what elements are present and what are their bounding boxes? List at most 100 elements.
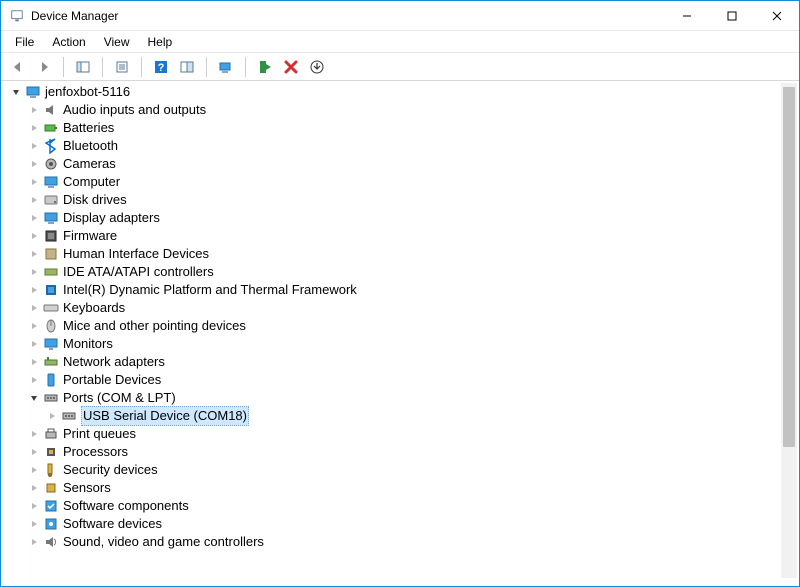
app-icon bbox=[9, 8, 25, 24]
tree-node[interactable]: Print queues bbox=[9, 425, 779, 443]
display-icon bbox=[43, 210, 59, 226]
scrollbar-thumb[interactable] bbox=[783, 87, 795, 447]
collapse-icon[interactable] bbox=[27, 391, 41, 405]
tree-node[interactable]: Portable Devices bbox=[9, 371, 779, 389]
menu-action[interactable]: Action bbox=[44, 33, 93, 51]
action-box-button[interactable] bbox=[176, 56, 198, 78]
keyboard-icon bbox=[43, 300, 59, 316]
expand-icon bbox=[27, 301, 41, 315]
scan-hardware-button[interactable] bbox=[215, 56, 237, 78]
toolbar-separator bbox=[102, 57, 103, 77]
expand-icon bbox=[27, 517, 41, 531]
tree-node-label: Intel(R) Dynamic Platform and Thermal Fr… bbox=[63, 281, 357, 299]
expand-icon bbox=[27, 337, 41, 351]
tree-node[interactable]: USB Serial Device (COM18) bbox=[9, 407, 779, 425]
monitor-icon bbox=[43, 336, 59, 352]
update-driver-button[interactable] bbox=[306, 56, 328, 78]
maximize-button[interactable] bbox=[709, 1, 754, 31]
portable-icon bbox=[43, 372, 59, 388]
help-button[interactable]: ? bbox=[150, 56, 172, 78]
tree-node[interactable]: Network adapters bbox=[9, 353, 779, 371]
tree-node-label: Print queues bbox=[63, 425, 136, 443]
tree-root-label: jenfoxbot-5116 bbox=[45, 83, 130, 101]
tree-node[interactable]: Processors bbox=[9, 443, 779, 461]
tree-node[interactable]: Sound, video and game controllers bbox=[9, 533, 779, 551]
tree-node[interactable]: Keyboards bbox=[9, 299, 779, 317]
tree-node[interactable]: Batteries bbox=[9, 119, 779, 137]
tree-node[interactable]: Ports (COM & LPT) bbox=[9, 389, 779, 407]
mouse-icon bbox=[43, 318, 59, 334]
tree-node[interactable]: Sensors bbox=[9, 479, 779, 497]
port-icon bbox=[43, 390, 59, 406]
menu-help[interactable]: Help bbox=[140, 33, 181, 51]
tree-node[interactable]: Firmware bbox=[9, 227, 779, 245]
expand-icon bbox=[45, 409, 59, 423]
tree-node-label: Audio inputs and outputs bbox=[63, 101, 206, 119]
tree-node[interactable]: Intel(R) Dynamic Platform and Thermal Fr… bbox=[9, 281, 779, 299]
device-tree[interactable]: jenfoxbot-5116Audio inputs and outputsBa… bbox=[9, 83, 779, 551]
tree-node-label: Firmware bbox=[63, 227, 117, 245]
expand-icon bbox=[27, 103, 41, 117]
tree-node-label: Sound, video and game controllers bbox=[63, 533, 264, 551]
tree-root-node[interactable]: jenfoxbot-5116 bbox=[9, 83, 779, 101]
properties-button[interactable] bbox=[111, 56, 133, 78]
printer-icon bbox=[43, 426, 59, 442]
tree-node[interactable]: Security devices bbox=[9, 461, 779, 479]
tree-node[interactable]: Display adapters bbox=[9, 209, 779, 227]
tree-node-label: Disk drives bbox=[63, 191, 127, 209]
tree-node-label: Security devices bbox=[63, 461, 158, 479]
show-hide-tree-button[interactable] bbox=[72, 56, 94, 78]
expand-icon bbox=[27, 445, 41, 459]
tree-node-label: Software devices bbox=[63, 515, 162, 533]
toolbar-separator bbox=[63, 57, 64, 77]
toolbar-separator bbox=[141, 57, 142, 77]
tree-node-label: Portable Devices bbox=[63, 371, 161, 389]
uninstall-device-button[interactable] bbox=[280, 56, 302, 78]
tree-node[interactable]: Audio inputs and outputs bbox=[9, 101, 779, 119]
audio-icon bbox=[43, 102, 59, 118]
tree-node[interactable]: IDE ATA/ATAPI controllers bbox=[9, 263, 779, 281]
tree-node-label: IDE ATA/ATAPI controllers bbox=[63, 263, 214, 281]
back-button[interactable] bbox=[7, 56, 29, 78]
tree-node-label: Processors bbox=[63, 443, 128, 461]
vertical-scrollbar[interactable] bbox=[781, 83, 797, 578]
sound-icon bbox=[43, 534, 59, 550]
forward-button[interactable] bbox=[33, 56, 55, 78]
firmware-icon bbox=[43, 228, 59, 244]
window-controls bbox=[664, 1, 799, 31]
battery-icon bbox=[43, 120, 59, 136]
tree-node[interactable]: Human Interface Devices bbox=[9, 245, 779, 263]
expand-icon bbox=[27, 193, 41, 207]
enable-device-button[interactable] bbox=[254, 56, 276, 78]
expand-icon bbox=[27, 355, 41, 369]
device-tree-pane: jenfoxbot-5116Audio inputs and outputsBa… bbox=[9, 83, 779, 578]
minimize-button[interactable] bbox=[664, 1, 709, 31]
menu-bar: File Action View Help bbox=[1, 31, 799, 53]
bluetooth-icon bbox=[43, 138, 59, 154]
security-icon bbox=[43, 462, 59, 478]
collapse-icon[interactable] bbox=[9, 85, 23, 99]
tree-node-label: Batteries bbox=[63, 119, 114, 137]
tree-node[interactable]: Computer bbox=[9, 173, 779, 191]
expand-icon bbox=[27, 265, 41, 279]
tree-node[interactable]: Software devices bbox=[9, 515, 779, 533]
computer-icon bbox=[43, 174, 59, 190]
swcomp-icon bbox=[43, 498, 59, 514]
expand-icon bbox=[27, 373, 41, 387]
window-title: Device Manager bbox=[31, 9, 664, 23]
menu-view[interactable]: View bbox=[96, 33, 138, 51]
menu-file[interactable]: File bbox=[7, 33, 42, 51]
cpu-icon bbox=[43, 444, 59, 460]
svg-text:?: ? bbox=[158, 62, 165, 74]
close-button[interactable] bbox=[754, 1, 799, 31]
tree-node[interactable]: Disk drives bbox=[9, 191, 779, 209]
tree-node[interactable]: Software components bbox=[9, 497, 779, 515]
tree-node[interactable]: Monitors bbox=[9, 335, 779, 353]
tree-node[interactable]: Bluetooth bbox=[9, 137, 779, 155]
expand-icon bbox=[27, 427, 41, 441]
tree-node[interactable]: Cameras bbox=[9, 155, 779, 173]
tree-node-label: Ports (COM & LPT) bbox=[63, 389, 176, 407]
tree-node-label: Keyboards bbox=[63, 299, 125, 317]
hid-icon bbox=[43, 246, 59, 262]
tree-node[interactable]: Mice and other pointing devices bbox=[9, 317, 779, 335]
